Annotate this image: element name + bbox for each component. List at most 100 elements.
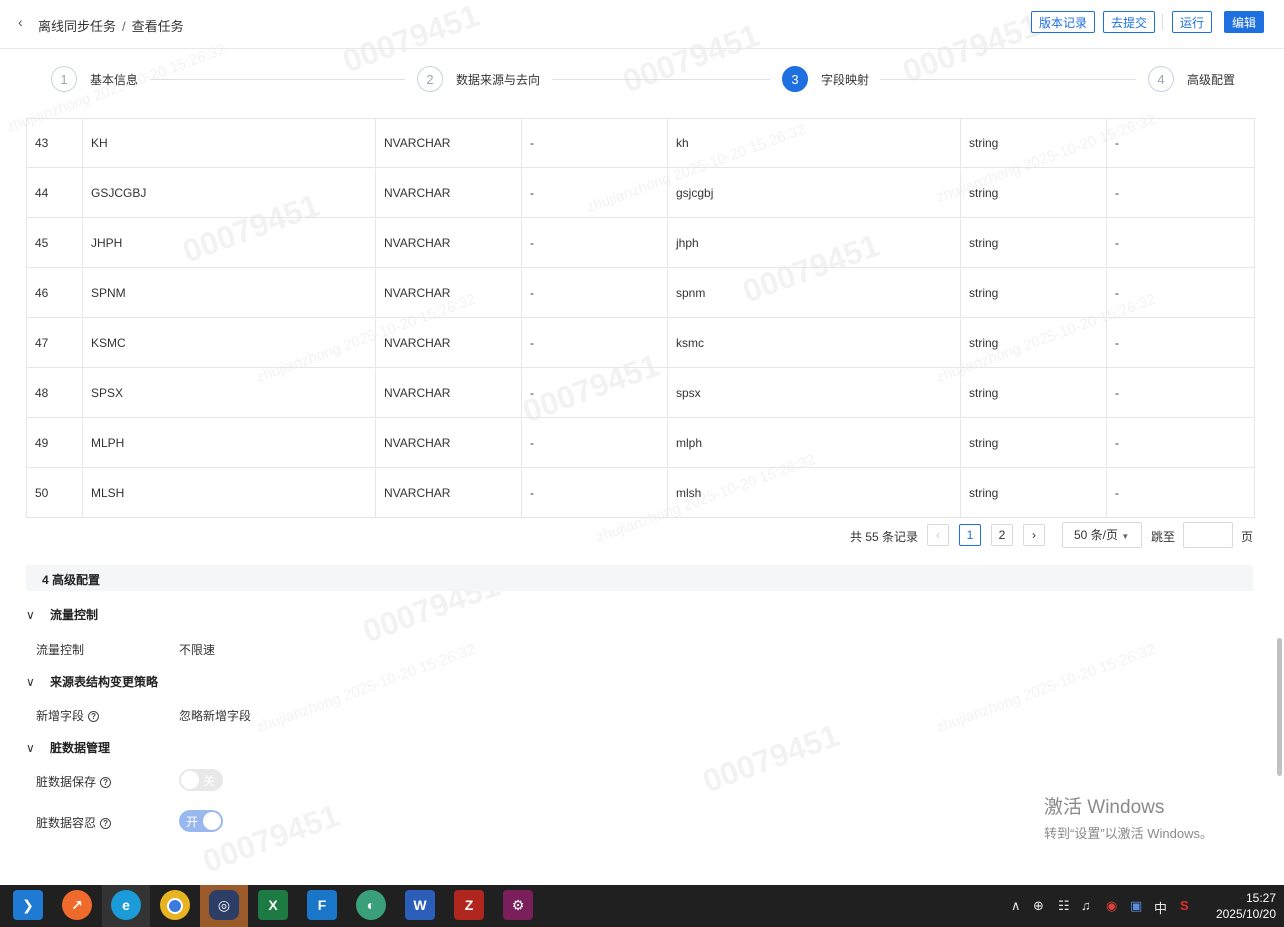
wechat-icon[interactable]: ☷ bbox=[1058, 898, 1070, 914]
help-icon[interactable]: ? bbox=[88, 711, 100, 722]
source-field-type: NVARCHAR bbox=[376, 119, 522, 167]
volume-icon[interactable]: ♫ bbox=[1081, 898, 1091, 913]
flow-control-group-toggle[interactable]: ∨ 流量控制 bbox=[26, 606, 98, 623]
step-1-circle[interactable]: 1 bbox=[51, 66, 77, 92]
help-icon[interactable]: ? bbox=[100, 818, 112, 829]
source-field-desc: - bbox=[522, 269, 668, 317]
row-index: 45 bbox=[27, 219, 83, 267]
excel-icon[interactable]: X bbox=[258, 890, 288, 920]
page-1-button[interactable]: 1 bbox=[959, 524, 981, 546]
source-field-type: NVARCHAR bbox=[376, 269, 522, 317]
dirty-tolerate-switch[interactable]: 开 bbox=[179, 810, 223, 832]
source-field-type: NVARCHAR bbox=[376, 369, 522, 417]
schema-change-group-toggle[interactable]: ∨ 来源表结构变更策略 bbox=[26, 673, 158, 690]
vscode-icon[interactable]: ❯ bbox=[13, 890, 43, 920]
table-row: 47 KSMC NVARCHAR - ksmc string - bbox=[27, 318, 1254, 368]
advanced-config-header: 4 高级配置 bbox=[26, 565, 1253, 591]
security-icon[interactable]: ▣ bbox=[1130, 898, 1142, 914]
chevron-left-icon[interactable]: ‹ bbox=[18, 14, 23, 30]
caret-down-icon: ▼ bbox=[1121, 532, 1130, 541]
step-connector bbox=[150, 79, 405, 80]
watermark-user: zhujianzhong 2025-10-20 15:26:32 bbox=[934, 640, 1158, 737]
windows-activation-notice: 激活 Windows 转到“设置”以激活 Windows。 bbox=[1044, 792, 1213, 842]
globe-icon[interactable]: ⊕ bbox=[1033, 898, 1044, 914]
step-2-circle[interactable]: 2 bbox=[417, 66, 443, 92]
jump-page-input[interactable] bbox=[1183, 522, 1233, 548]
step-4-circle[interactable]: 4 bbox=[1148, 66, 1174, 92]
help-icon[interactable]: ? bbox=[100, 777, 112, 788]
target-field-desc: - bbox=[1115, 386, 1119, 400]
finereport-icon[interactable]: F bbox=[307, 890, 337, 920]
sogou-icon[interactable]: S bbox=[1180, 898, 1189, 913]
step-connector bbox=[880, 79, 1136, 80]
source-field-desc: - bbox=[522, 469, 668, 517]
target-field-name: spnm bbox=[668, 269, 961, 317]
target-field-type: string bbox=[961, 169, 1107, 217]
breadcrumb-parent[interactable]: 离线同步任务 bbox=[38, 19, 116, 34]
total-records: 共 55 条记录 bbox=[850, 530, 919, 544]
antivirus-icon[interactable]: ◉ bbox=[1106, 898, 1117, 914]
browser-icon[interactable]: ◐ bbox=[356, 890, 386, 920]
source-field-type: NVARCHAR bbox=[376, 169, 522, 217]
new-field-text: 新增字段 bbox=[36, 709, 85, 723]
page-unit: 页 bbox=[1241, 530, 1254, 544]
next-page-icon[interactable]: › bbox=[1023, 524, 1045, 546]
chevron-up-icon[interactable]: ∧ bbox=[1011, 898, 1021, 914]
vertical-scrollbar[interactable] bbox=[1277, 638, 1282, 776]
flow-control-label: 流量控制 bbox=[36, 643, 85, 657]
filezilla-icon[interactable]: Z bbox=[454, 890, 484, 920]
chevron-down-icon: ∨ bbox=[26, 675, 35, 689]
target-field-desc: - bbox=[1115, 286, 1119, 300]
switch-text: 关 bbox=[202, 774, 215, 788]
source-field-name: SPNM bbox=[83, 269, 376, 317]
gitkraken-icon[interactable]: ⚙ bbox=[503, 890, 533, 920]
prev-page-icon[interactable]: ‹ bbox=[927, 524, 949, 546]
version-history-button[interactable]: 版本记录 bbox=[1031, 11, 1096, 33]
source-field-name: MLPH bbox=[83, 419, 376, 467]
new-field-value: 忽略新增字段 bbox=[179, 709, 252, 723]
source-field-desc: - bbox=[522, 419, 668, 467]
page-2-button[interactable]: 2 bbox=[991, 524, 1013, 546]
breadcrumb: 离线同步任务 / 查看任务 bbox=[38, 16, 184, 35]
dirty-save-switch[interactable]: 关 bbox=[179, 769, 223, 791]
source-field-name: GSJCGBJ bbox=[83, 169, 376, 217]
target-field-name: mlph bbox=[668, 419, 961, 467]
step-1-label[interactable]: 基本信息 bbox=[90, 71, 138, 88]
run-button[interactable]: 运行 bbox=[1172, 11, 1213, 33]
app-icon[interactable]: ◎ bbox=[209, 890, 239, 920]
row-index: 43 bbox=[27, 119, 83, 167]
chrome-icon[interactable] bbox=[160, 890, 190, 920]
clock-date: 2025/10/20 bbox=[1215, 907, 1276, 921]
ime-indicator[interactable]: 中 bbox=[1154, 898, 1167, 917]
source-field-type: NVARCHAR bbox=[376, 319, 522, 367]
target-field-name: spsx bbox=[668, 369, 961, 417]
edit-button[interactable]: 编辑 bbox=[1224, 11, 1265, 33]
system-clock[interactable]: 15:27 2025/10/20 bbox=[1216, 890, 1276, 922]
target-field-desc: - bbox=[1115, 336, 1119, 350]
watermark-id: 00079451 bbox=[697, 716, 845, 800]
table-row: 49 MLPH NVARCHAR - mlph string - bbox=[27, 418, 1254, 468]
row-index: 48 bbox=[27, 369, 83, 417]
target-field-desc: - bbox=[1115, 136, 1119, 150]
new-field-label: 新增字段? bbox=[36, 707, 100, 724]
step-2-label[interactable]: 数据来源与去向 bbox=[456, 71, 540, 88]
chevron-down-icon: ∨ bbox=[26, 741, 35, 755]
chevron-down-icon: ∨ bbox=[26, 608, 35, 622]
switch-knob bbox=[181, 771, 199, 789]
word-icon[interactable]: W bbox=[405, 890, 435, 920]
group-title: 流量控制 bbox=[50, 608, 99, 622]
source-field-name: JHPH bbox=[83, 219, 376, 267]
step-4-label[interactable]: 高级配置 bbox=[1187, 71, 1235, 88]
edge-icon[interactable]: e bbox=[111, 890, 141, 920]
dirty-tolerate-label: 脏数据容忍? bbox=[36, 814, 112, 831]
dirty-save-text: 脏数据保存 bbox=[36, 775, 97, 789]
target-field-desc: - bbox=[1115, 186, 1119, 200]
page-size-select[interactable]: 50 条/页 ▼ bbox=[1062, 522, 1142, 548]
submit-button[interactable]: 去提交 bbox=[1103, 11, 1156, 33]
dirty-data-group-toggle[interactable]: ∨ 脏数据管理 bbox=[26, 739, 110, 756]
postman-icon[interactable]: ↗ bbox=[62, 890, 92, 920]
step-3-label[interactable]: 字段映射 bbox=[821, 71, 869, 88]
dirty-tolerate-text: 脏数据容忍 bbox=[36, 816, 97, 830]
step-3-circle[interactable]: 3 bbox=[782, 66, 808, 92]
taskbar: ❯ ↗ e ◎ X F ◐ W Z ⚙ ∧ ⊕ ☷ ♫ ◉ ▣ 中 S 15:2… bbox=[0, 885, 1284, 927]
